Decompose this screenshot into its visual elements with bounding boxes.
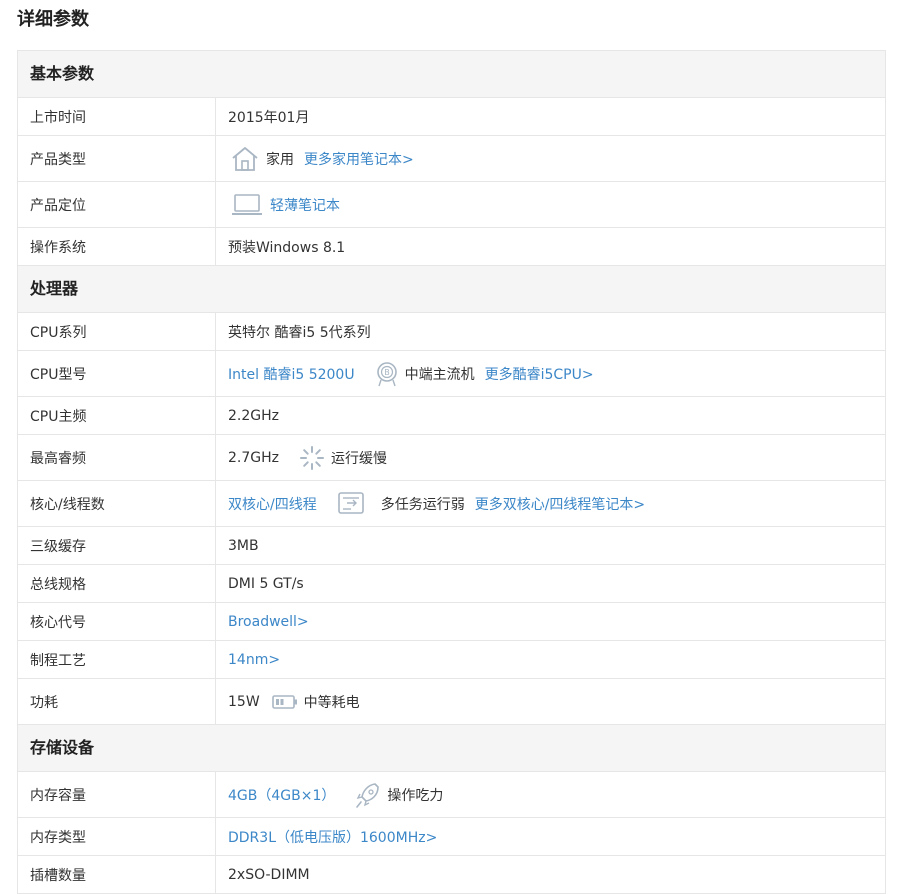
spec-row-release-date: 上市时间 2015年01月 — [18, 98, 885, 136]
spec-row-bus-spec: 总线规格 DMI 5 GT/s — [18, 565, 885, 603]
spec-row-product-positioning: 产品定位 轻薄笔记本 — [18, 182, 885, 228]
more-dual-core-laptops-link[interactable]: 更多双核心/四线程笔记本> — [475, 494, 645, 514]
spec-key: CPU系列 — [18, 313, 216, 350]
spec-key-link[interactable]: 最高睿频 — [18, 435, 216, 480]
memory-type-link[interactable]: DDR3L（低电压版）1600MHz> — [228, 827, 437, 847]
rocket-icon — [355, 781, 381, 809]
spec-key-link[interactable]: 核心/线程数 — [18, 481, 216, 526]
spec-value: 英特尔 酷睿i5 5代系列 — [228, 324, 371, 341]
spec-row-cores-threads: 核心/线程数 双核心/四线程 多任务运行弱 更多双核心/四线程笔记本> — [18, 481, 885, 527]
spec-value: 预装Windows 8.1 — [228, 239, 346, 256]
codename-link[interactable]: Broadwell> — [228, 614, 309, 630]
spec-table: 基本参数 上市时间 2015年01月 产品类型 家用 更多家用笔记本> 产品定位… — [17, 50, 886, 894]
spec-value: 3MB — [228, 537, 259, 554]
page-title: 详细参数 — [17, 9, 89, 30]
spec-row-cpu-frequency: CPU主频 2.2GHz — [18, 397, 885, 435]
spec-value: 家用 — [266, 151, 294, 168]
spec-value: 2015年01月 — [228, 109, 310, 126]
loading-spinner-icon — [299, 445, 325, 471]
spec-row-codename: 核心代号 Broadwell> — [18, 603, 885, 641]
spec-row-cpu-model: CPU型号 Intel 酷睿i5 5200U B 中端主流机 更多酷睿i5CPU… — [18, 351, 885, 397]
power-note: 中等耗电 — [303, 694, 360, 711]
spec-key: 产品类型 — [18, 136, 216, 181]
laptop-icon — [230, 192, 264, 218]
spec-row-product-type: 产品类型 家用 更多家用笔记本> — [18, 136, 885, 182]
spec-key: 操作系统 — [18, 228, 216, 265]
spec-key: 核心代号 — [18, 603, 216, 640]
spec-key: 产品定位 — [18, 182, 216, 227]
memory-note: 操作吃力 — [387, 787, 444, 804]
house-icon — [230, 145, 260, 173]
cpu-note: 中端主流机 — [404, 366, 475, 383]
spec-value: 2.2GHz — [228, 407, 279, 424]
cpu-model-link[interactable]: Intel 酷睿i5 5200U — [228, 364, 355, 384]
more-i5-cpu-link[interactable]: 更多酷睿i5CPU> — [485, 364, 594, 384]
spec-row-process: 制程工艺 14nm> — [18, 641, 885, 679]
cpu-badge-icon: B — [375, 361, 399, 387]
spec-key-link[interactable]: 功耗 — [18, 679, 216, 724]
spec-key-link[interactable]: CPU型号 — [18, 351, 216, 396]
spec-row-turbo-frequency: 最高睿频 2.7GHz 运行缓慢 — [18, 435, 885, 481]
spec-row-memory-capacity: 内存容量 4GB（4GB×1） 操作吃力 — [18, 772, 885, 818]
process-link[interactable]: 14nm> — [228, 652, 280, 668]
svg-text:B: B — [384, 368, 390, 377]
turbo-note: 运行缓慢 — [331, 450, 387, 467]
spec-key-link[interactable]: 制程工艺 — [18, 641, 216, 678]
spec-row-memory-type: 内存类型 DDR3L（低电压版）1600MHz> — [18, 818, 885, 856]
spec-value: DMI 5 GT/s — [228, 575, 304, 592]
spec-key-link[interactable]: 三级缓存 — [18, 527, 216, 564]
spec-key: 插槽数量 — [18, 856, 216, 893]
cores-threads-link[interactable]: 双核心/四线程 — [228, 494, 317, 514]
more-home-laptops-link[interactable]: 更多家用笔记本> — [304, 149, 414, 169]
spec-row-power: 功耗 15W 中等耗电 — [18, 679, 885, 725]
spec-key-link[interactable]: CPU主频 — [18, 397, 216, 434]
spec-key: 总线规格 — [18, 565, 216, 602]
spec-row-slot-count: 插槽数量 2xSO-DIMM — [18, 856, 885, 894]
battery-icon — [271, 694, 298, 710]
section-header-storage: 存储设备 — [18, 725, 885, 772]
section-header-processor: 处理器 — [18, 266, 885, 313]
cores-note: 多任务运行弱 — [380, 496, 465, 513]
memory-capacity-link[interactable]: 4GB（4GB×1） — [228, 785, 335, 805]
spec-key: 内存类型 — [18, 818, 216, 855]
spec-row-os: 操作系统 预装Windows 8.1 — [18, 228, 885, 266]
section-header-basic: 基本参数 — [18, 51, 885, 98]
spec-key: 上市时间 — [18, 98, 216, 135]
multitask-icon — [337, 491, 365, 517]
spec-key-link[interactable]: 内存容量 — [18, 772, 216, 817]
spec-value: 15W — [228, 693, 260, 710]
spec-row-cpu-series: CPU系列 英特尔 酷睿i5 5代系列 — [18, 313, 885, 351]
thin-laptop-link[interactable]: 轻薄笔记本 — [270, 195, 340, 215]
spec-value: 2.7GHz — [228, 449, 279, 466]
spec-row-l3-cache: 三级缓存 3MB — [18, 527, 885, 565]
